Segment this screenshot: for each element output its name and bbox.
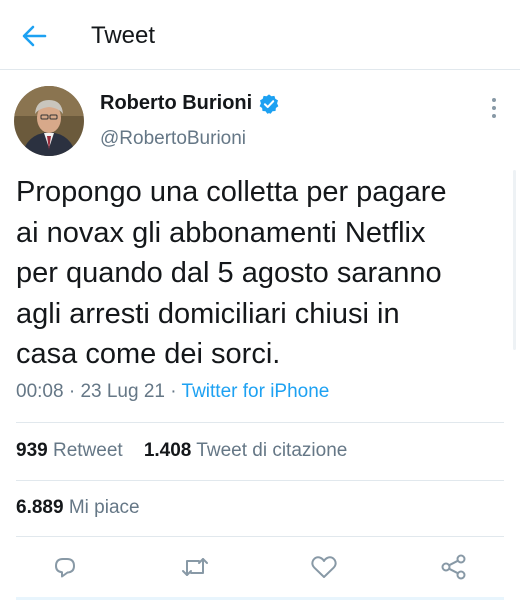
tweet-time: 00:08 bbox=[16, 381, 64, 402]
divider bbox=[16, 480, 504, 481]
likes-stat[interactable]: 6.889 Mi piace bbox=[16, 497, 140, 519]
meta-separator: · bbox=[68, 381, 76, 402]
likes-label: Mi piace bbox=[68, 497, 140, 518]
heart-icon bbox=[311, 556, 337, 578]
stats-row: 939 Retweet 1.408 Tweet di citazione bbox=[16, 440, 347, 462]
tweet-meta: 00:08 · 23 Lug 21 · Twitter for iPhone bbox=[16, 381, 329, 403]
scrollbar[interactable] bbox=[513, 170, 516, 350]
meta-separator: · bbox=[170, 381, 177, 402]
retweets-stat[interactable]: 939 Retweet bbox=[16, 440, 123, 461]
quotes-label: Tweet di citazione bbox=[196, 440, 348, 461]
author-handle[interactable]: @RobertoBurioni bbox=[100, 128, 246, 150]
reply-icon bbox=[55, 558, 75, 578]
top-bar: Tweet bbox=[0, 0, 520, 70]
quotes-count: 1.408 bbox=[143, 440, 192, 461]
tweet-source-link[interactable]: Twitter for iPhone bbox=[182, 381, 330, 402]
avatar[interactable] bbox=[14, 86, 84, 156]
author-name[interactable]: Roberto Burioni bbox=[100, 92, 280, 115]
like-button[interactable] bbox=[309, 552, 339, 582]
reply-button[interactable] bbox=[50, 552, 80, 582]
retweets-count: 939 bbox=[16, 440, 48, 461]
divider bbox=[16, 536, 504, 537]
likes-count: 6.889 bbox=[16, 497, 64, 518]
retweet-button[interactable] bbox=[180, 552, 210, 582]
share-icon bbox=[441, 554, 466, 580]
tweet-text: Propongo una colletta per pagare ai nova… bbox=[16, 176, 447, 370]
arrow-left-icon bbox=[22, 25, 47, 47]
page-title: Tweet bbox=[91, 22, 156, 49]
tweet-date: 23 Lug 21 bbox=[80, 381, 165, 402]
retweets-label: Retweet bbox=[52, 440, 123, 461]
retweet-icon bbox=[182, 558, 208, 576]
quotes-stat[interactable]: 1.408 Tweet di citazione bbox=[144, 440, 348, 461]
author-name-text: Roberto Burioni bbox=[100, 92, 253, 114]
share-button[interactable] bbox=[439, 552, 469, 582]
more-vertical-icon[interactable] bbox=[484, 96, 504, 120]
verified-badge-icon bbox=[258, 93, 280, 115]
back-button[interactable] bbox=[14, 18, 54, 54]
divider bbox=[16, 422, 504, 423]
